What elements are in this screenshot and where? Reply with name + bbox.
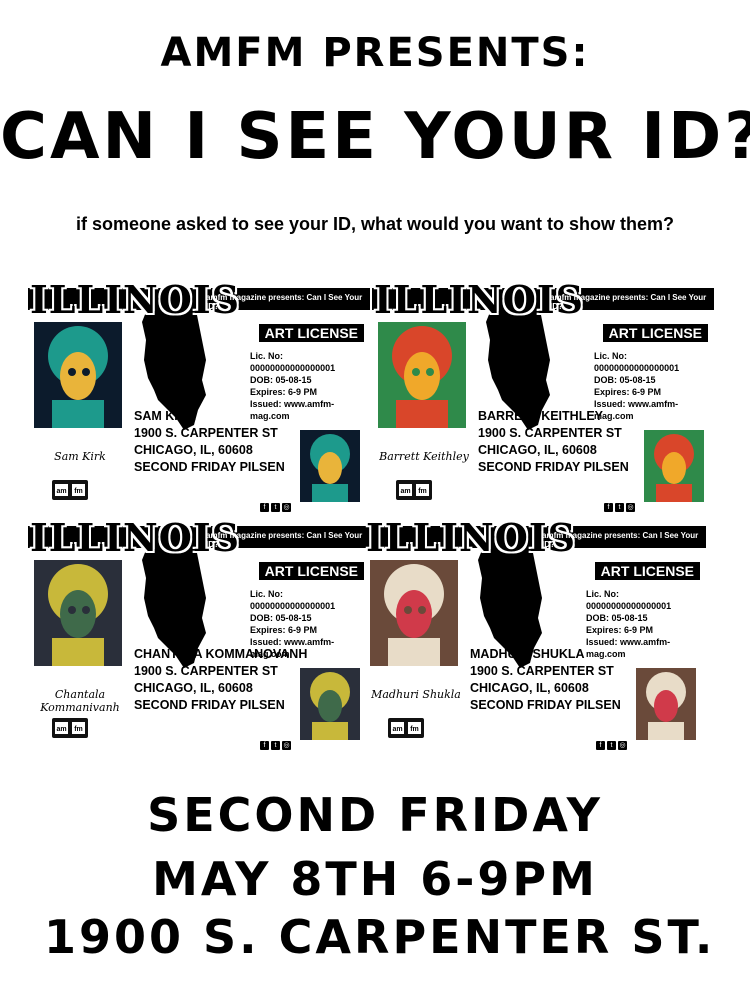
instagram-icon: ◎ <box>282 503 291 512</box>
facebook-icon: f <box>260 741 269 750</box>
artist-signature: Madhuri Shukla <box>371 688 461 701</box>
twitter-icon: t <box>615 503 624 512</box>
artist-signature: Chantala Kommanivanh <box>40 688 120 714</box>
twitter-icon: t <box>271 741 280 750</box>
address-line-1: 1900 S. CARPENTER ST <box>134 664 278 678</box>
twitter-icon: t <box>271 503 280 512</box>
logo-am: am <box>56 726 66 733</box>
address-line-3: SECOND FRIDAY PILSEN <box>134 460 285 474</box>
amfm-logo: am fm <box>52 718 88 738</box>
artist-portrait <box>370 560 458 666</box>
expires: Expires: 6-9 PM <box>594 387 662 397</box>
logo-fm: fm <box>418 488 427 495</box>
address-line-3: SECOND FRIDAY PILSEN <box>470 698 621 712</box>
license-number: Lic. No: 00000000000000001 <box>586 589 672 611</box>
art-license-card: ILLINOIS amfm magazine presents: Can I S… <box>364 520 706 752</box>
event-name: SECOND FRIDAY <box>147 788 603 842</box>
address-line-3: SECOND FRIDAY PILSEN <box>478 460 629 474</box>
tagline: if someone asked to see your ID, what wo… <box>75 214 675 234</box>
address-line-1: 1900 S. CARPENTER ST <box>470 664 614 678</box>
social-icons: f t ◎ <box>596 734 629 752</box>
artist-portrait <box>378 322 466 428</box>
instagram-icon: ◎ <box>282 741 291 750</box>
license-number: Lic. No: 00000000000000001 <box>250 351 336 373</box>
artist-thumbnail <box>644 430 704 502</box>
dob: DOB: 05-08-15 <box>594 375 656 385</box>
license-holder: BARRETT KEITHLEY 1900 S. CARPENTER ST CH… <box>478 408 629 476</box>
logo-fm: fm <box>74 726 83 733</box>
address-line-1: 1900 S. CARPENTER ST <box>134 426 278 440</box>
social-icons: f t ◎ <box>260 734 293 752</box>
poster-title: CAN I SEE YOUR ID? <box>0 100 750 174</box>
amfm-logo: am fm <box>396 480 432 500</box>
social-icons: f t ◎ <box>604 496 637 514</box>
card-presents: amfm magazine presents: Can I See Your I… <box>542 531 699 549</box>
license-holder: CHANTALA KOMMANOVANH 1900 S. CARPENTER S… <box>134 646 307 714</box>
art-license-card: ILLINOIS amfm magazine presents: Can I S… <box>372 282 714 514</box>
art-license-label: ART LICENSE <box>592 560 702 582</box>
expires: Expires: 6-9 PM <box>250 625 318 635</box>
license-number: Lic. No: 00000000000000001 <box>594 351 680 373</box>
event-date: MAY 8TH 6-9PM <box>152 852 598 906</box>
facebook-icon: f <box>260 503 269 512</box>
card-presents: amfm magazine presents: Can I See Your I… <box>550 293 707 311</box>
social-icons: f t ◎ <box>260 496 293 514</box>
amfm-logo: am fm <box>388 718 424 738</box>
logo-am: am <box>56 488 66 495</box>
address-line-2: CHICAGO, IL, 60608 <box>478 443 597 457</box>
card-presents: amfm magazine presents: Can I See Your I… <box>206 531 363 549</box>
artist-signature: Barrett Keithley <box>379 450 469 463</box>
logo-am: am <box>392 726 402 733</box>
address-line-2: CHICAGO, IL, 60608 <box>134 443 253 457</box>
license-number: Lic. No: 00000000000000001 <box>250 589 336 611</box>
artist-name: SAM KIRK <box>134 409 196 423</box>
instagram-icon: ◎ <box>618 741 627 750</box>
dob: DOB: 05-08-15 <box>250 613 312 623</box>
facebook-icon: f <box>596 741 605 750</box>
artist-thumbnail <box>300 668 360 740</box>
license-holder: SAM KIRK 1900 S. CARPENTER ST CHICAGO, I… <box>134 408 285 476</box>
instagram-icon: ◎ <box>626 503 635 512</box>
art-license-label: ART LICENSE <box>256 322 366 344</box>
artist-name: BARRETT KEITHLEY <box>478 409 603 423</box>
art-license-card: ILLINOIS amfm magazine presents: Can I S… <box>28 520 370 752</box>
address-line-2: CHICAGO, IL, 60608 <box>470 681 589 695</box>
art-license-label: ART LICENSE <box>256 560 366 582</box>
card-presents: amfm magazine presents: Can I See Your I… <box>206 293 363 311</box>
logo-fm: fm <box>74 488 83 495</box>
dob: DOB: 05-08-15 <box>586 613 648 623</box>
expires: Expires: 6-9 PM <box>250 387 318 397</box>
address-line-1: 1900 S. CARPENTER ST <box>478 426 622 440</box>
presenter-title: AMFM PRESENTS: <box>160 30 590 76</box>
address-line-3: SECOND FRIDAY PILSEN <box>134 698 285 712</box>
artist-thumbnail <box>300 430 360 502</box>
artist-signature: Sam Kirk <box>54 450 106 463</box>
twitter-icon: t <box>607 741 616 750</box>
logo-fm: fm <box>410 726 419 733</box>
logo-am: am <box>400 488 410 495</box>
expires: Expires: 6-9 PM <box>586 625 654 635</box>
license-holder: MADHURI SHUKLA 1900 S. CARPENTER ST CHIC… <box>470 646 621 714</box>
artist-portrait <box>34 322 122 428</box>
artist-thumbnail <box>636 668 696 740</box>
event-address: 1900 S. CARPENTER ST. <box>44 910 716 964</box>
dob: DOB: 05-08-15 <box>250 375 312 385</box>
artist-name: CHANTALA KOMMANOVANH <box>134 647 308 661</box>
artist-portrait <box>34 560 122 666</box>
amfm-logo: am fm <box>52 480 88 500</box>
artist-name: MADHURI SHUKLA <box>470 647 585 661</box>
art-license-card: ILLINOIS amfm magazine presents: Can I S… <box>28 282 370 514</box>
address-line-2: CHICAGO, IL, 60608 <box>134 681 253 695</box>
facebook-icon: f <box>604 503 613 512</box>
art-license-label: ART LICENSE <box>600 322 710 344</box>
